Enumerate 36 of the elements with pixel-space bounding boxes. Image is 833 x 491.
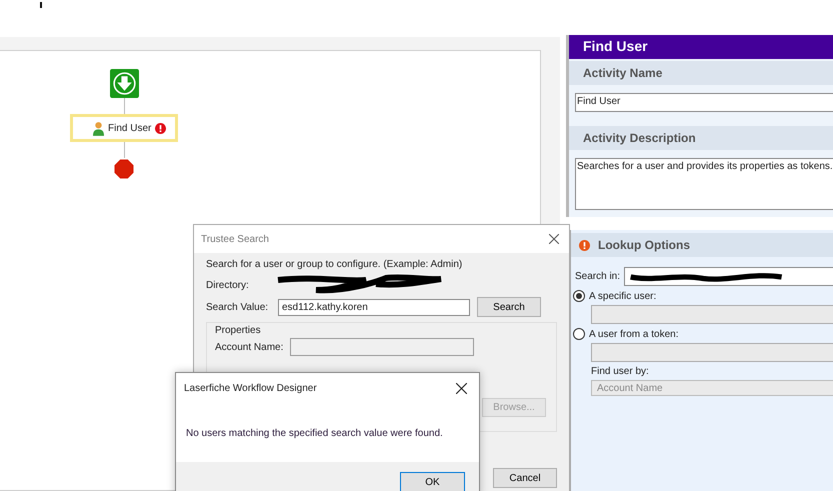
- section-heading: Activity Description: [569, 126, 833, 150]
- message-text: No users matching the specified search value were found.: [185, 427, 444, 441]
- stop-icon[interactable]: [113, 158, 135, 180]
- field-label: Search in:: [575, 271, 620, 282]
- search-in-field[interactable]: [624, 267, 833, 286]
- close-icon[interactable]: [456, 383, 467, 394]
- search-value-field[interactable]: esd112.kathy.koren: [278, 298, 470, 316]
- name-field[interactable]: Find User: [575, 93, 833, 112]
- field-label: Directory:: [206, 280, 250, 290]
- field-label: Find user by:: [591, 366, 650, 377]
- dialog-title: Laserfiche Workflow Designer: [184, 383, 317, 394]
- radio-button[interactable]: [573, 290, 585, 302]
- activity-label: Find User: [108, 122, 152, 134]
- description-field[interactable]: Searches for a user and provides its properties as tokens.: [575, 158, 833, 210]
- field-label: Search Value:: [206, 302, 270, 312]
- user-icon: [93, 120, 104, 136]
- cancel-button[interactable]: Cancel: [493, 468, 557, 488]
- radio-button[interactable]: [573, 328, 585, 340]
- group-heading: Properties: [215, 325, 262, 336]
- ok-button[interactable]: OK: [400, 472, 465, 491]
- dialog-title: Trustee Search: [201, 234, 269, 244]
- option-label: A specific user:: [589, 290, 656, 302]
- close-icon[interactable]: [549, 234, 559, 244]
- field-label: Account Name:: [215, 342, 284, 352]
- input-field[interactable]: [591, 305, 833, 324]
- activity-node[interactable]: Find User: [70, 114, 178, 142]
- text-cursor-icon: [40, 2, 42, 8]
- panel-title: Find User: [569, 35, 833, 59]
- search-button[interactable]: Search: [477, 297, 541, 317]
- instruction-text: Search for a user or group to configure. (Example: Admin): [206, 259, 464, 270]
- input-field[interactable]: [591, 343, 833, 362]
- section-heading: Activity Name: [569, 61, 833, 85]
- option-label: A user from a token:: [589, 328, 678, 340]
- input-field[interactable]: [290, 338, 474, 356]
- start-icon[interactable]: [110, 69, 138, 98]
- section-heading: Lookup Options: [598, 238, 690, 252]
